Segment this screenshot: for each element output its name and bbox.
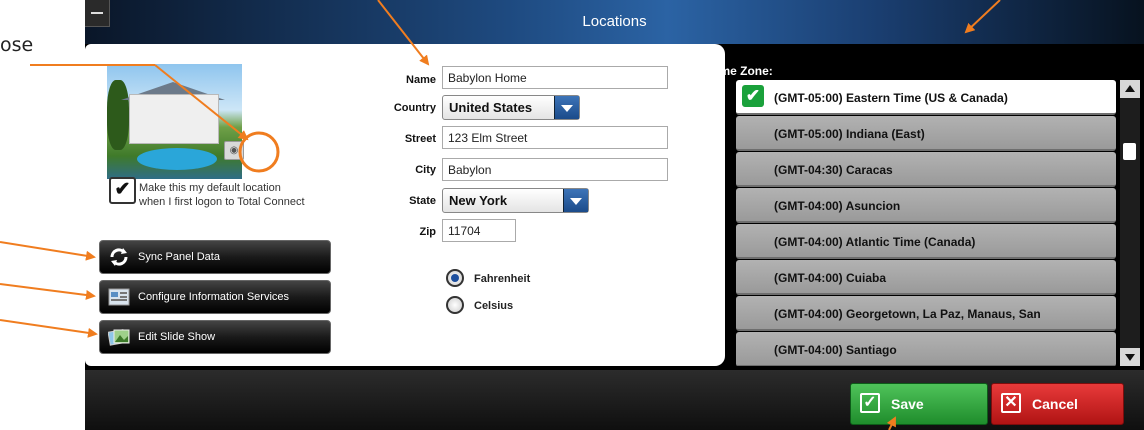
annotation-text: ose bbox=[0, 34, 34, 56]
state-label: State bbox=[409, 195, 436, 207]
edit-slide-show-button[interactable]: Edit Slide Show bbox=[99, 320, 331, 354]
annotation-arrow bbox=[0, 283, 96, 300]
fahrenheit-label: Fahrenheit bbox=[474, 273, 531, 285]
street-field[interactable]: 123 Elm Street bbox=[442, 126, 668, 149]
fahrenheit-radio[interactable] bbox=[446, 269, 464, 287]
time-zone-item[interactable]: (GMT-04:00) Georgetown, La Paz, Manaus, … bbox=[736, 296, 1116, 331]
check-icon: ✓ bbox=[860, 393, 880, 413]
default-location-checkbox[interactable]: ✔ bbox=[109, 177, 136, 204]
time-zone-item[interactable]: ✔ (GMT-05:00) Eastern Time (US & Canada) bbox=[736, 80, 1116, 115]
scroll-thumb[interactable] bbox=[1123, 143, 1136, 160]
info-services-icon bbox=[108, 288, 130, 306]
scroll-up-icon[interactable] bbox=[1120, 80, 1140, 98]
checkmark-icon: ✔ bbox=[742, 85, 764, 107]
sync-panel-data-button[interactable]: Sync Panel Data bbox=[99, 240, 331, 274]
country-label: Country bbox=[393, 102, 436, 114]
time-zone-item[interactable]: (GMT-04:30) Caracas bbox=[736, 152, 1116, 187]
location-details-panel: ◉ ✔ Make this my default location when I… bbox=[85, 44, 725, 366]
annotation-arrow bbox=[0, 241, 96, 261]
configure-information-services-button[interactable]: Configure Information Services bbox=[99, 280, 331, 314]
time-zone-label: Time Zone: bbox=[709, 64, 773, 78]
window-title: Locations bbox=[582, 13, 647, 30]
city-field[interactable]: Babylon bbox=[442, 158, 668, 181]
time-zone-item[interactable]: (GMT-05:00) Indiana (East) bbox=[736, 116, 1116, 151]
save-button[interactable]: ✓ Save bbox=[850, 383, 988, 425]
zip-label: Zip bbox=[419, 226, 437, 238]
title-bar: Locations bbox=[85, 0, 1144, 44]
city-label: City bbox=[415, 164, 436, 176]
slideshow-icon bbox=[108, 329, 130, 346]
state-select[interactable]: New York bbox=[442, 188, 589, 213]
chevron-down-icon bbox=[563, 189, 588, 212]
scroll-down-icon[interactable] bbox=[1120, 348, 1140, 366]
time-zone-scrollbar[interactable] bbox=[1120, 80, 1140, 366]
street-label: Street bbox=[404, 133, 436, 145]
chevron-down-icon bbox=[554, 96, 579, 119]
time-zone-item[interactable]: (GMT-04:00) Santiago bbox=[736, 332, 1116, 366]
name-label: Name bbox=[406, 74, 436, 86]
name-field[interactable]: Babylon Home bbox=[442, 66, 668, 89]
time-zone-item[interactable]: (GMT-04:00) Asuncion bbox=[736, 188, 1116, 223]
country-select[interactable]: United States bbox=[442, 95, 580, 120]
close-icon: ✕ bbox=[1001, 393, 1021, 413]
time-zone-item[interactable]: (GMT-04:00) Cuiaba bbox=[736, 260, 1116, 295]
cancel-button[interactable]: ✕ Cancel bbox=[991, 383, 1124, 425]
camera-icon[interactable]: ◉ bbox=[224, 141, 244, 160]
locations-window: Locations ◉ ✔ Make this my default locat… bbox=[85, 0, 1144, 430]
time-zone-item[interactable]: (GMT-04:00) Atlantic Time (Canada) bbox=[736, 224, 1116, 259]
default-location-label: Make this my default location when I fir… bbox=[139, 182, 305, 208]
zip-field[interactable]: 11704 bbox=[442, 219, 516, 242]
sync-icon bbox=[110, 248, 128, 266]
annotation-arrow bbox=[0, 319, 98, 338]
location-photo bbox=[107, 64, 242, 179]
time-zone-list: ✔ (GMT-05:00) Eastern Time (US & Canada)… bbox=[736, 80, 1116, 366]
celsius-label: Celsius bbox=[474, 300, 514, 312]
celsius-radio[interactable] bbox=[446, 296, 464, 314]
